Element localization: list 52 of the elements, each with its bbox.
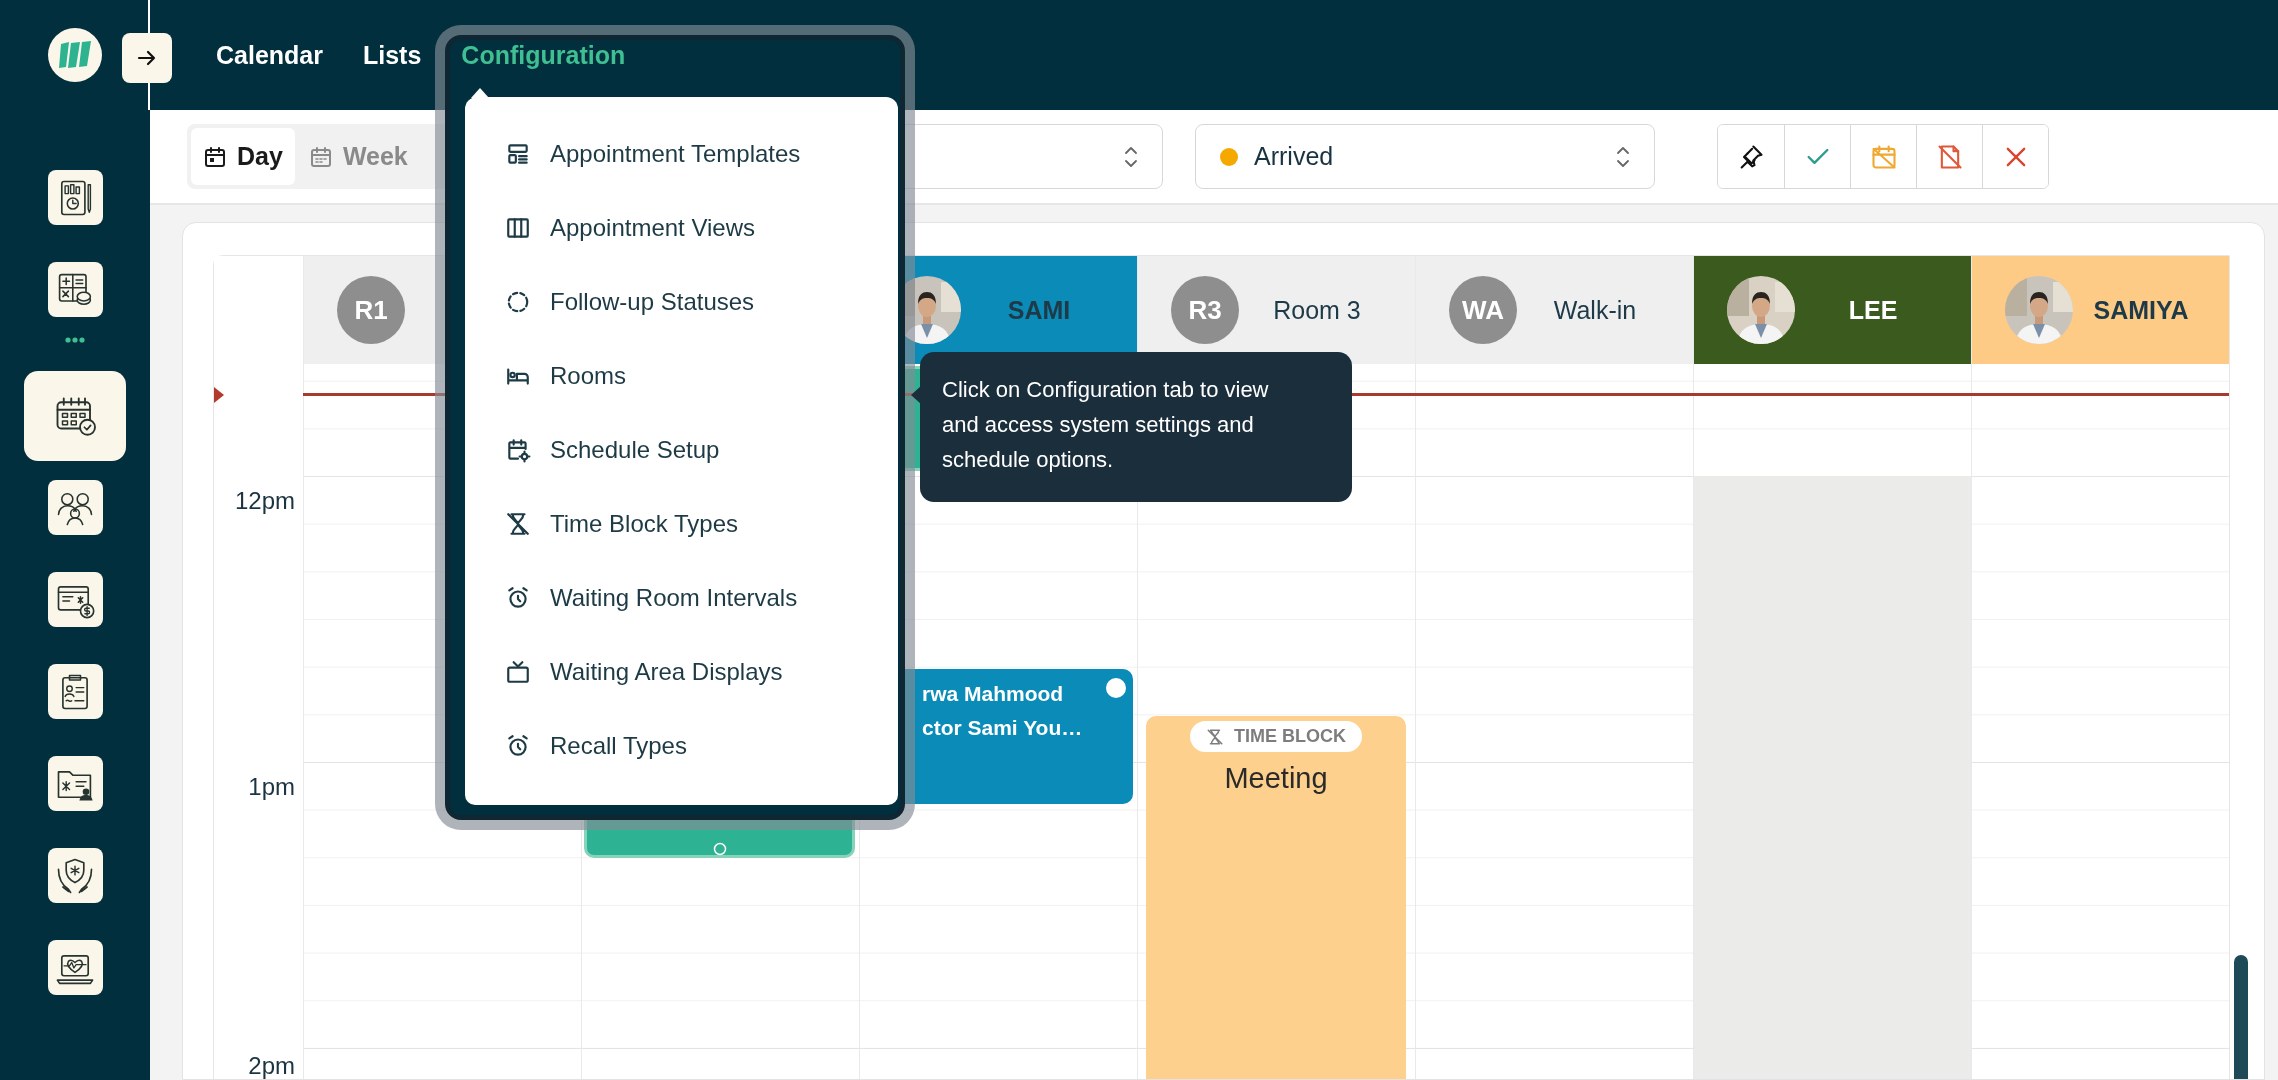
columns-icon [505, 215, 531, 241]
room-badge: WA [1449, 276, 1517, 344]
time-label: 12pm [234, 487, 295, 515]
hourglass-slash-icon [505, 511, 531, 537]
calendar-icon [308, 144, 333, 169]
column-header: LEE [1694, 256, 1971, 364]
room-badge: R3 [1171, 276, 1239, 344]
column-header: SAMIYA [1972, 256, 2229, 364]
appointment-provider: ctor Sami You… [922, 715, 1084, 741]
view-tab[interactable]: Day [191, 128, 295, 185]
sidebar-item[interactable] [47, 848, 103, 903]
menu-item[interactable]: Appointment Templates [505, 117, 885, 191]
sidebar-item[interactable] [47, 572, 103, 627]
room-badge: R1 [337, 276, 405, 344]
column-header: WA Walk-in [1416, 256, 1693, 364]
sidebar-item[interactable] [47, 170, 103, 225]
sidebar-item[interactable] [47, 664, 103, 719]
calendar-gear-icon [505, 437, 531, 463]
sidebar-item[interactable] [47, 262, 103, 317]
nav-tab[interactable]: Lists [363, 40, 422, 70]
dashed-circle-icon [505, 289, 531, 315]
appointment-title: rwa Mahmood [922, 681, 1065, 707]
time-label: 1pm [248, 773, 295, 801]
calendar-icon [203, 144, 227, 169]
menu-item[interactable]: Waiting Room Intervals [505, 561, 885, 635]
more-icon[interactable] [64, 336, 86, 344]
logo [48, 28, 102, 82]
time-block-tag: TIME BLOCK [1190, 721, 1362, 752]
nav-tab[interactable]: Calendar [216, 40, 323, 70]
column-header: R3 Room 3 [1138, 256, 1415, 364]
time-block-card[interactable]: TIME BLOCK Meeting [1146, 716, 1406, 1079]
time-label: 2pm [248, 1052, 295, 1079]
sidebar-item[interactable] [24, 371, 126, 461]
nav-tab[interactable]: Configuration [461, 40, 626, 70]
alarm-clock-icon [505, 733, 531, 759]
expand-button[interactable] [122, 33, 172, 83]
template-icon [505, 141, 531, 167]
status-select[interactable]: Arrived [1195, 124, 1655, 189]
tooltip: Click on Configuration tab to view and access system settings and schedule options. [920, 352, 1352, 502]
menu-item[interactable]: Time Block Types [505, 487, 885, 561]
sidebar-item[interactable] [47, 480, 103, 535]
menu-item[interactable]: Schedule Setup [505, 413, 885, 487]
sidebar-item[interactable] [47, 756, 103, 811]
status-circle-icon [1105, 677, 1127, 699]
alarm-clock-icon [505, 585, 531, 611]
hourglass-slash-icon [1206, 727, 1224, 746]
current-time-marker-icon [214, 387, 224, 403]
document-slash-icon [1935, 142, 1964, 171]
time-block-title: Meeting [1224, 762, 1328, 795]
calendar-slash-icon [1869, 142, 1898, 171]
tv-icon [505, 659, 531, 685]
sidebar-item[interactable] [47, 940, 103, 995]
